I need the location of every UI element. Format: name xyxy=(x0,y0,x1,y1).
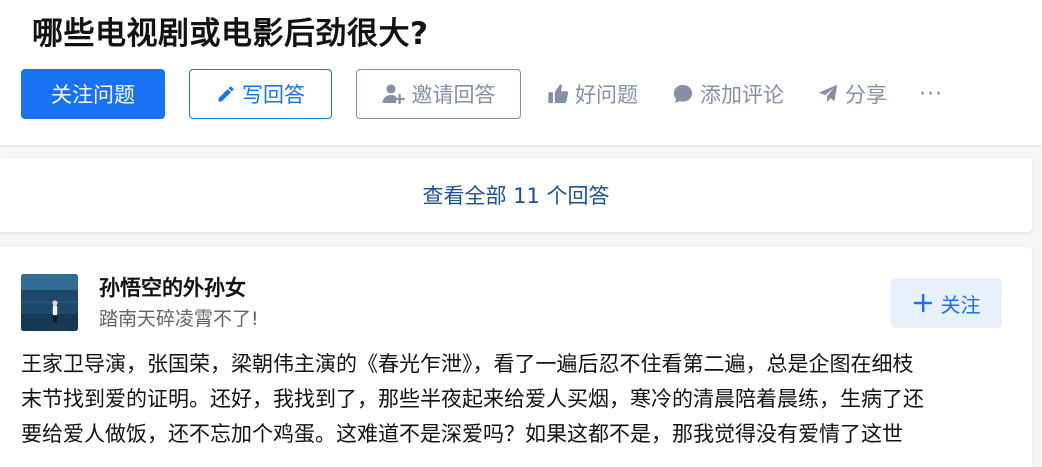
view-all-answers-card: 查看全部 11 个回答 xyxy=(0,158,1032,232)
invite-answer-label: 邀请回答 xyxy=(411,83,496,107)
answer-text-line: 要给爱人做饭，还不忘加个鸡蛋。这难道不是深爱吗？如果这都不是，那我觉得没有爱情了… xyxy=(21,422,903,446)
thumbs-up-icon xyxy=(548,84,569,104)
question-header: 哪些电视剧或电影后劲很大? 关注问题 写回答 邀请回答 好问题 添加评论 分享 … xyxy=(0,0,1042,145)
answer-content[interactable]: 王家卫导演，张国荣，梁朝伟主演的《春光乍泄》，看了一遍后忍不住看第二遍，总是企图… xyxy=(21,347,1001,452)
add-comment-button[interactable]: 添加评论 xyxy=(672,69,784,119)
avatar-image xyxy=(21,274,78,331)
view-all-answers-link[interactable]: 查看全部 11 个回答 xyxy=(422,180,609,210)
avatar[interactable] xyxy=(21,274,78,331)
paper-plane-icon xyxy=(818,84,838,103)
good-question-button[interactable]: 好问题 xyxy=(547,69,638,119)
share-label: 分享 xyxy=(845,83,887,107)
follow-author-label: 关注 xyxy=(940,292,981,317)
share-button[interactable]: 分享 xyxy=(817,69,887,119)
question-title: 哪些电视剧或电影后劲很大? xyxy=(32,16,429,52)
add-user-icon xyxy=(382,84,405,104)
more-icon: ··· xyxy=(919,81,943,107)
answer-text-line: 末节找到爱的证明。还好，我找到了，那些半夜起来给爱人买烟，寒冷的清晨陪着晨练，生… xyxy=(21,387,924,411)
write-answer-label: 写回答 xyxy=(242,83,305,107)
add-comment-label: 添加评论 xyxy=(700,83,784,107)
follow-author-button[interactable]: 关注 xyxy=(891,278,1002,328)
good-question-label: 好问题 xyxy=(575,83,638,107)
answer-text-line: 王家卫导演，张国荣，梁朝伟主演的《春光乍泄》，看了一遍后忍不住看第二遍，总是企图… xyxy=(21,352,914,376)
author-bio: 踏南天碎凌霄不了! xyxy=(99,308,259,330)
invite-answer-button[interactable]: 邀请回答 xyxy=(356,69,521,119)
answer-card: 孙悟空的外孙女 踏南天碎凌霄不了! 关注 王家卫导演，张国荣，梁朝伟主演的《春光… xyxy=(0,247,1032,467)
author-name[interactable]: 孙悟空的外孙女 xyxy=(99,272,246,302)
plus-icon xyxy=(913,294,932,312)
follow-question-button[interactable]: 关注问题 xyxy=(21,69,165,119)
write-answer-button[interactable]: 写回答 xyxy=(189,69,332,119)
follow-question-label: 关注问题 xyxy=(51,83,135,107)
pencil-icon xyxy=(218,86,234,102)
more-options-button[interactable]: ··· xyxy=(919,69,943,119)
comment-icon xyxy=(673,84,693,104)
